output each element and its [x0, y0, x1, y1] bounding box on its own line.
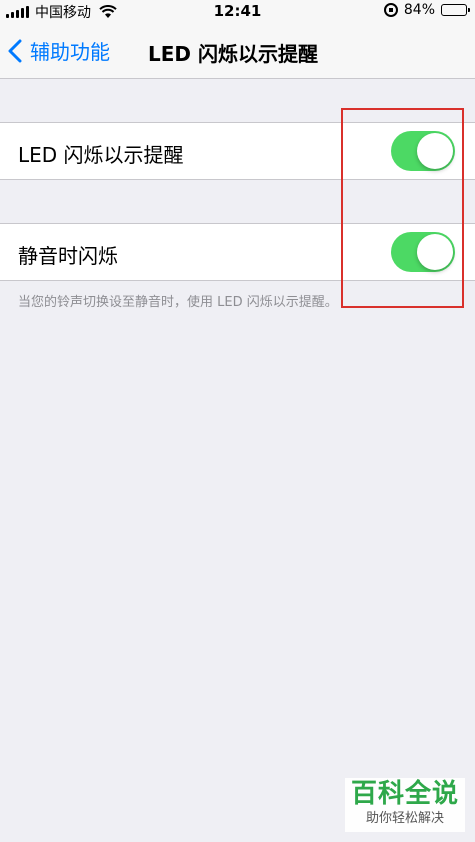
footnote: 当您的铃声切换设至静音时，使用 LED 闪烁以示提醒。: [18, 295, 338, 310]
setting-label-led-flash: LED 闪烁以示提醒: [18, 143, 184, 167]
page-title: LED 闪烁以示提醒: [148, 42, 318, 66]
status-bar: 中国移动 12:41 84%: [0, 0, 475, 22]
annotation-highlight-box: [341, 108, 464, 308]
orientation-lock-icon: [383, 3, 398, 17]
watermark-subtitle: 助你轻松解决: [365, 811, 444, 826]
back-label: 辅助功能: [30, 40, 110, 64]
back-button[interactable]: 辅助功能: [8, 36, 110, 65]
setting-label-flash-on-silent: 静音时闪烁: [18, 244, 118, 268]
battery-percent: 84%: [403, 2, 435, 18]
watermark-logo: 百科全说 助你轻松解决: [345, 778, 465, 832]
status-right: 84%: [383, 2, 470, 18]
nav-bar: 辅助功能 LED 闪烁以示提醒: [0, 22, 475, 79]
watermark-title: 百科全说: [350, 779, 459, 809]
battery-icon: [441, 4, 470, 16]
chevron-left-icon: [8, 39, 22, 62]
